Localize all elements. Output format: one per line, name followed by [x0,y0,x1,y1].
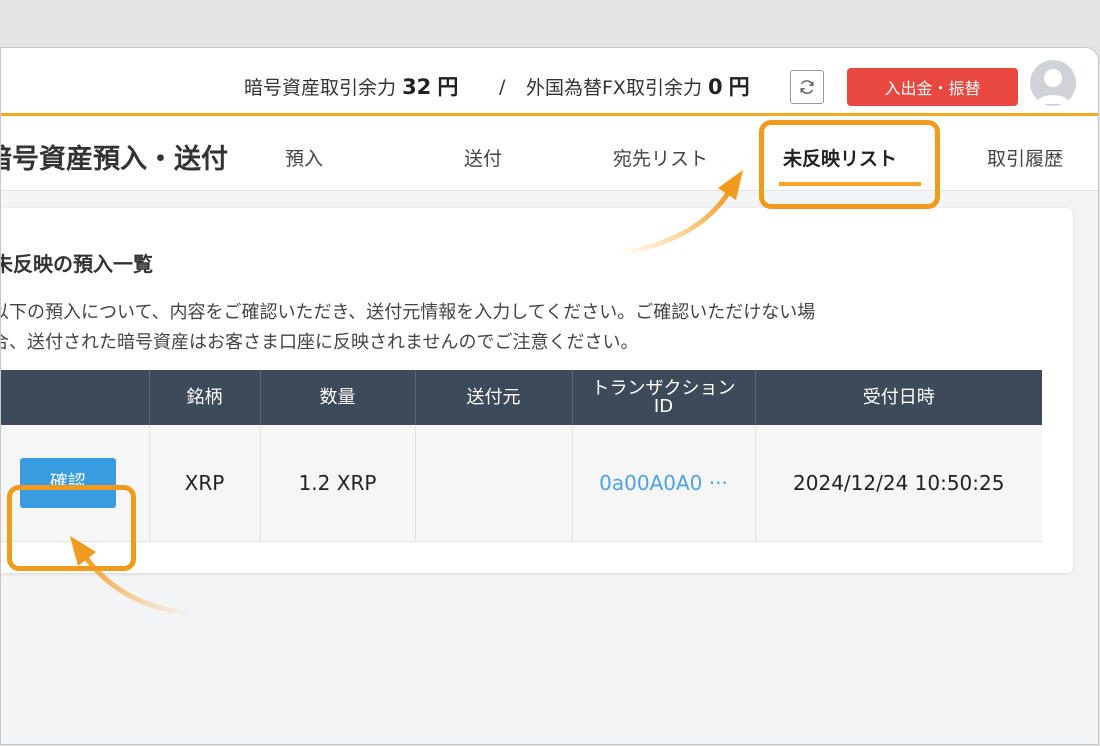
tab-address-list[interactable]: 宛先リスト [613,144,708,171]
tab-transaction-history[interactable]: 取引履歴 [987,144,1063,171]
column-header-transaction-id-line1: トランザクション [591,377,736,399]
user-icon [1036,69,1070,104]
tab-unreflected-list[interactable]: 未反映リスト [783,144,897,171]
unreflected-deposits-table: 銘柄 数量 送付元 トランザクション ID 受付日時 確認 XRP 1.2 XR… [1,370,1042,542]
fx-balance: 外国為替FX取引余力 0 円 [526,76,750,99]
section-title: 未反映の預入一覧 [0,252,153,276]
cell-received-at: 2024/12/24 10:50:25 [754,425,1042,542]
cell-source [414,425,572,542]
column-header-transaction-id-line2: ID [653,395,674,417]
balance-separator: / [499,76,506,98]
deposit-transfer-button[interactable]: 入出金・振替 [847,68,1018,106]
refresh-icon [800,80,814,94]
table-row: 確認 XRP 1.2 XRP 0a00A0A0 ··· 2024/12/24 1… [1,425,1042,542]
column-header-received-at: 受付日時 [754,370,1042,425]
cell-quantity: 1.2 XRP [259,425,415,542]
description-line-2: 合、送付された暗号資産はお客さま口座に反映されませんのでご注意ください。 [0,332,639,353]
sub-navigation: 暗号資産預入・送付 預入 送付 宛先リスト 未反映リスト 取引履歴 [1,116,1098,191]
cell-symbol: XRP [148,425,260,542]
refresh-button[interactable] [790,70,824,104]
crypto-balance-label: 暗号資産取引余力 [244,77,397,99]
app-window: 暗号資産取引余力 32 円 / 外国為替FX取引余力 0 円 入出金・振替 暗号… [0,47,1099,745]
column-header-quantity: 数量 [259,370,415,425]
column-header-source: 送付元 [414,370,572,425]
crypto-balance-value: 32 [402,75,432,99]
column-header-action [1,370,149,425]
column-header-symbol: 銘柄 [148,370,260,425]
avatar[interactable] [1030,60,1076,106]
fx-balance-unit: 円 [728,75,750,99]
window-title-bar [0,0,1100,47]
tab-send[interactable]: 送付 [464,144,502,171]
column-header-transaction-id: トランザクション ID [571,370,755,425]
cell-action: 確認 [1,425,149,542]
fx-balance-value: 0 [708,75,723,99]
active-tab-indicator [779,182,921,186]
crypto-balance: 暗号資産取引余力 32 円 [244,76,458,99]
section-description: 以下の預入について、内容をご確認いただき、送付元情報を入力してください。ご確認い… [0,298,1021,358]
tab-deposit[interactable]: 預入 [285,144,323,171]
crypto-balance-unit: 円 [437,75,459,99]
description-line-1: 以下の預入について、内容をご確認いただき、送付元情報を入力してください。ご確認い… [0,302,816,323]
fx-balance-label: 外国為替FX取引余力 [526,77,702,99]
cell-transaction-id-link[interactable]: 0a00A0A0 ··· [571,425,755,542]
page-title: 暗号資産預入・送付 [0,144,228,175]
confirm-button[interactable]: 確認 [19,458,116,508]
table-header-row: 銘柄 数量 送付元 トランザクション ID 受付日時 [1,370,1042,425]
top-header: 暗号資産取引余力 32 円 / 外国為替FX取引余力 0 円 入出金・振替 [1,48,1098,116]
